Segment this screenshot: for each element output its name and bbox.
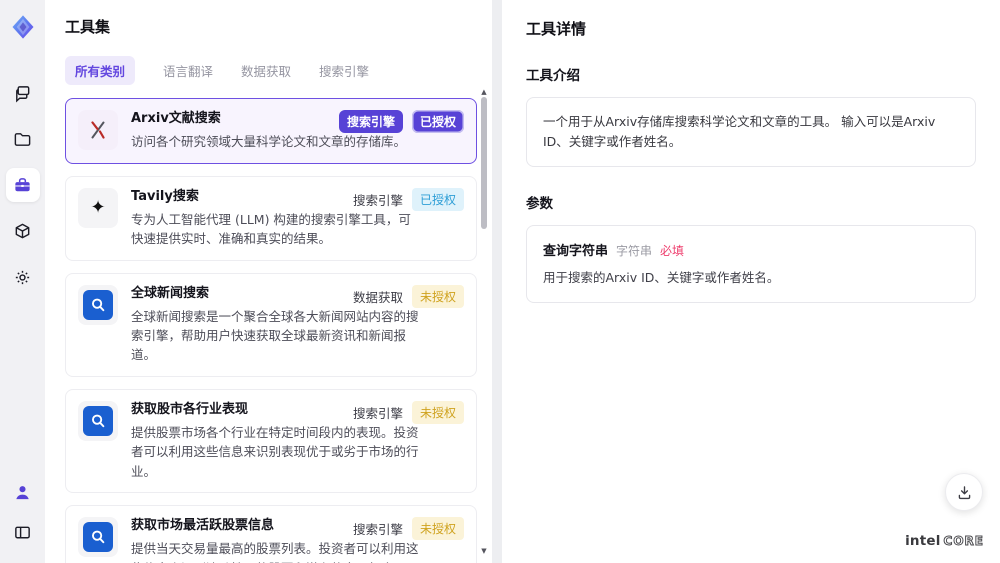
tool-badges: 搜索引擎 已授权	[352, 187, 464, 211]
tool-card-arxiv-search[interactable]: ✦ Arxiv文献搜索 访问各个研究领域大量科学论文和文章的存储库。 搜索引擎 …	[65, 98, 477, 164]
tool-auth-badge: 已授权	[411, 110, 464, 133]
scrollbar-down-arrow[interactable]: ▼	[479, 547, 489, 555]
tool-category-badge: 数据获取	[352, 289, 403, 305]
tool-category-badge: 搜索引擎	[338, 110, 403, 133]
tool-category-badge: 搜索引擎	[352, 405, 403, 421]
parameter-type: 字符串	[616, 244, 653, 258]
tool-badges: 搜索引擎 已授权	[338, 110, 464, 133]
tab-data-acquisition[interactable]: 数据获取	[241, 56, 291, 85]
tool-category-badge: 搜索引擎	[352, 192, 403, 208]
sidebar-collapse-button[interactable]	[6, 515, 40, 549]
news-app-icon	[83, 405, 113, 436]
scrollbar-up-arrow[interactable]: ▲	[479, 88, 489, 96]
list-scrollbar: ▲ ▼	[479, 88, 489, 555]
intel-core-logo: intel CORE	[905, 533, 984, 549]
gear-icon	[15, 270, 30, 284]
category-tabs: 所有类别 语言翻译 数据获取 搜索引擎	[65, 56, 476, 85]
parameter-name: 查询字符串	[543, 244, 609, 259]
tool-icon: ✦	[78, 284, 118, 325]
folder-icon	[14, 132, 31, 146]
tool-icon: ✦	[78, 517, 118, 558]
app: { "colors": { "accent_purple": "#5742d6"…	[0, 0, 1000, 563]
gem-logo-icon	[12, 15, 33, 39]
tool-description: 访问各个研究领域大量科学论文和文章的存储库。	[131, 134, 407, 150]
tool-description: 提供当天交易量最高的股票列表。投资者可以利用这些信息来识别流动性强的股票和潜在的…	[131, 541, 419, 563]
tool-icon: ✦	[78, 187, 118, 228]
sidebar-item-files[interactable]	[6, 122, 40, 156]
intro-heading: 工具介绍	[526, 68, 580, 84]
sidebar-item-chat[interactable]	[6, 76, 40, 110]
download-icon	[958, 485, 970, 499]
intro-card: 一个用于从Arxiv存储库搜索科学论文和文章的工具。 输入可以是Arxiv ID…	[526, 97, 976, 167]
cube-icon	[15, 223, 30, 238]
tool-description: 全球新闻搜索是一个聚合全球各大新闻网站内容的搜索引擎，帮助用户快速获取全球最新资…	[131, 308, 419, 363]
tool-card-most-active-stocks[interactable]: ✦ 获取市场最活跃股票信息 提供当天交易量最高的股票列表。投资者可以利用这些信息…	[65, 505, 477, 563]
tool-badges: 数据获取 未授权	[352, 284, 464, 308]
nav-rail	[0, 0, 45, 563]
detail-title: 工具详情	[526, 20, 587, 38]
parameter-required-badge: 必填	[660, 244, 685, 258]
parameter-header: 查询字符串 字符串 必填	[543, 240, 959, 259]
user-icon	[16, 485, 29, 499]
tool-card-stock-sector-performance[interactable]: ✦ 获取股市各行业表现 提供股票市场各个行业在特定时间段内的表现。投资者可以利用…	[65, 388, 477, 494]
sidebar-item-plugins[interactable]	[6, 214, 40, 248]
panel-toggle-icon	[15, 526, 30, 538]
chat-icon	[16, 85, 30, 103]
tool-icon: ✦	[78, 110, 118, 150]
parameter-card: 查询字符串 字符串 必填 用于搜索的Arxiv ID、关键字或作者姓名。	[526, 225, 976, 303]
tavily-star-icon: ✦	[90, 196, 106, 218]
tool-card-tavily-search[interactable]: ✦ Tavily搜索 专为人工智能代理 (LLM) 构建的搜索引擎工具，可快速提…	[65, 175, 477, 261]
tool-description: 专为人工智能代理 (LLM) 构建的搜索引擎工具，可快速提供实时、准确和真实的结…	[131, 211, 411, 247]
params-heading: 参数	[526, 196, 553, 212]
scrollbar-thumb[interactable]	[481, 97, 487, 229]
parameter-description: 用于搜索的Arxiv ID、关键字或作者姓名。	[543, 270, 780, 285]
tool-detail-panel: 工具详情 工具介绍 一个用于从Arxiv存储库搜索科学论文和文章的工具。 输入可…	[502, 0, 1000, 563]
tool-description: 提供股票市场各个行业在特定时间段内的表现。投资者可以利用这些信息来识别表现优于或…	[131, 425, 419, 479]
brand-core-text: CORE	[943, 534, 984, 549]
arxiv-logo-icon	[91, 121, 105, 139]
tool-badges: 搜索引擎 未授权	[352, 400, 464, 424]
intro-text: 一个用于从Arxiv存储库搜索科学论文和文章的工具。 输入可以是Arxiv ID…	[543, 114, 936, 149]
sidebar-item-tools-active[interactable]	[5, 168, 40, 202]
sidebar-item-settings[interactable]	[6, 260, 40, 294]
tool-icon: ✦	[78, 400, 118, 441]
tool-list: ✦ Arxiv文献搜索 访问各个研究领域大量科学论文和文章的存储库。 搜索引擎 …	[65, 98, 477, 563]
tool-auth-badge: 未授权	[411, 284, 464, 308]
tool-card-global-news-search[interactable]: ✦ 全球新闻搜索 全球新闻搜索是一个聚合全球各大新闻网站内容的搜索引擎，帮助用户…	[65, 272, 477, 377]
page-title: 工具集	[65, 18, 111, 36]
app-logo[interactable]	[8, 12, 38, 42]
tool-auth-badge: 未授权	[411, 400, 464, 424]
sidebar-item-account[interactable]	[6, 475, 40, 509]
tab-all-categories[interactable]: 所有类别	[65, 56, 136, 85]
tab-language-translation[interactable]: 语言翻译	[163, 56, 213, 85]
brand-intel-text: intel	[905, 533, 941, 549]
tool-category-badge: 搜索引擎	[352, 522, 403, 538]
tool-badges: 搜索引擎 未授权	[352, 517, 464, 541]
tool-list-panel: 工具集 所有类别语言翻译数据获取搜索引擎 ✦	[45, 0, 492, 563]
news-app-icon	[83, 289, 113, 320]
download-button[interactable]	[945, 473, 983, 511]
news-app-icon	[83, 522, 113, 553]
briefcase-icon	[15, 177, 30, 191]
tool-auth-badge: 已授权	[411, 187, 464, 211]
tool-auth-badge: 未授权	[411, 517, 464, 541]
tab-search-engine[interactable]: 搜索引擎	[319, 56, 369, 85]
